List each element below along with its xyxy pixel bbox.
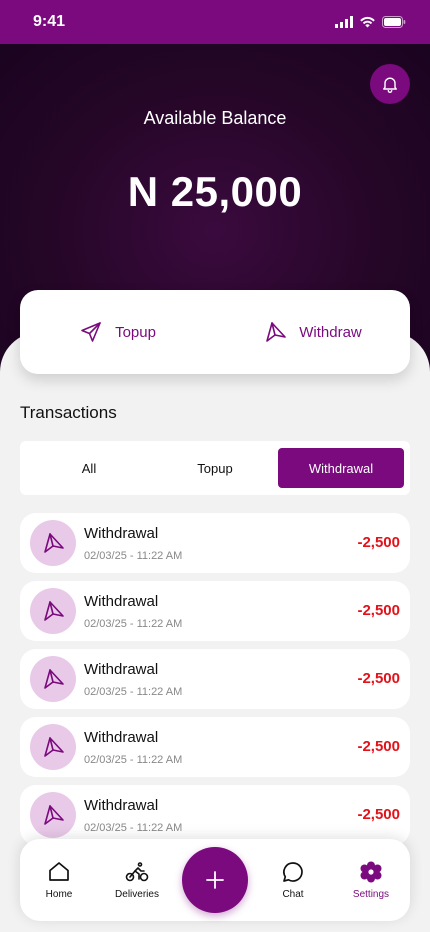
transaction-date: 02/03/25 - 11:22 AM	[84, 685, 183, 698]
tab-topup[interactable]: Topup	[152, 448, 278, 488]
topup-label: Topup	[115, 323, 156, 341]
withdraw-button[interactable]: Withdraw	[215, 290, 410, 374]
withdraw-icon	[266, 322, 287, 342]
transactions-title: Transactions	[20, 403, 117, 422]
withdraw-icon	[44, 805, 64, 825]
transaction-title: Withdrawal	[84, 660, 159, 678]
transaction-amount: -2,500	[357, 602, 400, 619]
status-time: 9:41	[33, 13, 66, 30]
send-icon	[81, 322, 101, 342]
transaction-title: Withdrawal	[84, 592, 159, 610]
transaction-date: 02/03/25 - 11:22 AM	[84, 753, 183, 766]
bottom-nav: Home Deliveries Chat Settings	[20, 839, 410, 921]
withdraw-icon	[44, 601, 64, 621]
transaction-date: 02/03/25 - 11:22 AM	[84, 617, 183, 630]
balance-label: Available Balance	[143, 108, 287, 128]
transaction-icon	[30, 656, 76, 702]
wallet-actions-card: Topup Withdraw	[20, 290, 410, 374]
nav-home[interactable]: Home	[20, 860, 98, 900]
transaction-amount: -2,500	[357, 670, 400, 687]
nav-deliveries[interactable]: Deliveries	[98, 860, 176, 900]
transaction-title: Withdrawal	[84, 796, 159, 814]
tab-all[interactable]: All	[26, 448, 152, 488]
transaction-list: Withdrawal 02/03/25 - 11:22 AM -2,500 Wi…	[20, 513, 410, 853]
transaction-icon	[30, 520, 76, 566]
transaction-icon	[30, 724, 76, 770]
withdraw-icon	[44, 533, 64, 553]
nav-home-label: Home	[45, 889, 73, 900]
list-item[interactable]: Withdrawal 02/03/25 - 11:22 AM -2,500	[20, 717, 410, 777]
nav-settings[interactable]: Settings	[332, 860, 410, 900]
status-icons	[335, 16, 406, 28]
list-item[interactable]: Withdrawal 02/03/25 - 11:22 AM -2,500	[20, 581, 410, 641]
transaction-icon	[30, 792, 76, 838]
transaction-amount: -2,500	[357, 738, 400, 755]
transaction-icon	[30, 588, 76, 634]
signal-icon	[335, 16, 353, 28]
nav-chat[interactable]: Chat	[254, 860, 332, 900]
add-button[interactable]	[182, 847, 248, 913]
wifi-icon	[360, 16, 375, 28]
list-item[interactable]: Withdrawal 02/03/25 - 11:22 AM -2,500	[20, 513, 410, 573]
notifications-button[interactable]	[370, 64, 410, 104]
plus-icon	[206, 871, 224, 889]
home-icon	[49, 862, 69, 881]
bell-icon	[383, 77, 397, 93]
list-item[interactable]: Withdrawal 02/03/25 - 11:22 AM -2,500	[20, 649, 410, 709]
transaction-date: 02/03/25 - 11:22 AM	[84, 549, 183, 562]
list-item[interactable]: Withdrawal 02/03/25 - 11:22 AM -2,500	[20, 785, 410, 845]
nav-deliveries-label: Deliveries	[115, 889, 159, 900]
transaction-date: 02/03/25 - 11:22 AM	[84, 821, 183, 834]
chat-icon	[283, 862, 303, 882]
status-bar: 9:41	[0, 0, 430, 44]
nav-settings-label: Settings	[352, 889, 390, 900]
withdraw-icon	[44, 669, 64, 689]
withdraw-label: Withdraw	[299, 323, 362, 341]
transaction-amount: -2,500	[357, 806, 400, 823]
battery-icon	[382, 16, 406, 28]
transaction-amount: -2,500	[357, 534, 400, 551]
topup-button[interactable]: Topup	[20, 290, 215, 374]
balance-amount: N 25,000	[127, 168, 303, 215]
nav-chat-label: Chat	[282, 889, 304, 900]
withdraw-icon	[44, 737, 64, 757]
transaction-filter-tabs: All Topup Withdrawal	[20, 441, 410, 495]
gear-icon	[360, 861, 382, 883]
transaction-title: Withdrawal	[84, 524, 159, 542]
bicycle-icon	[125, 862, 149, 882]
transaction-title: Withdrawal	[84, 728, 159, 746]
tab-withdrawal[interactable]: Withdrawal	[278, 448, 404, 488]
